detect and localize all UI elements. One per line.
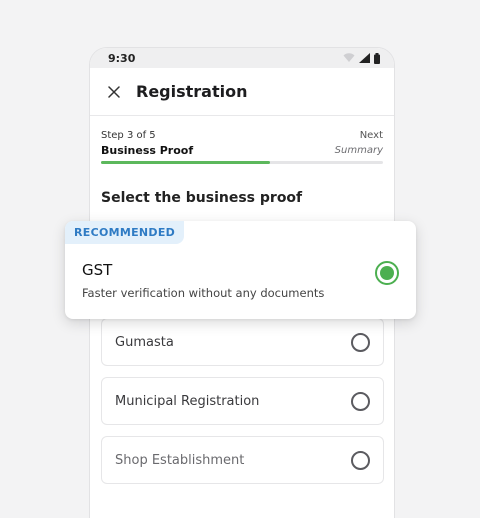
page-title: Registration	[136, 82, 248, 101]
wifi-icon	[343, 53, 355, 62]
option-title: GST	[82, 261, 113, 279]
status-time: 9:30	[108, 51, 136, 65]
close-button[interactable]	[104, 82, 124, 102]
next-step-name: Summary	[334, 145, 383, 156]
progress-track	[101, 161, 383, 164]
option-municipal-registration[interactable]: Municipal Registration	[101, 377, 384, 425]
radio-button-selected[interactable]	[375, 261, 399, 285]
next-label: Next	[359, 130, 383, 141]
radio-button[interactable]	[351, 450, 370, 470]
option-label: Gumasta	[115, 334, 174, 350]
close-icon	[108, 85, 120, 98]
option-description: Faster verification without any document…	[82, 286, 325, 300]
options-list: Gumasta Municipal Registration Shop Esta…	[101, 318, 384, 495]
option-shop-establishment[interactable]: Shop Establishment	[101, 436, 384, 484]
option-label: Municipal Registration	[115, 393, 260, 409]
step-count: Step 3 of 5	[101, 130, 156, 141]
current-step-name: Business Proof	[101, 144, 194, 157]
signal-icon	[359, 53, 370, 63]
section-title: Select the business proof	[101, 190, 303, 206]
battery-icon	[374, 52, 380, 64]
radio-button[interactable]	[351, 332, 370, 352]
stepper: Step 3 of 5 Business Proof Next Summary	[90, 116, 394, 164]
status-icons	[343, 52, 380, 64]
option-gumasta[interactable]: Gumasta	[101, 318, 384, 366]
progress-fill	[101, 161, 271, 164]
recommended-badge: RECOMMENDED	[65, 221, 185, 244]
option-label: Shop Establishment	[115, 452, 245, 468]
recommended-option-card[interactable]: RECOMMENDED GST Faster verification with…	[65, 221, 416, 319]
status-bar: 9:30	[90, 48, 394, 68]
radio-button[interactable]	[351, 391, 370, 411]
radio-dot	[380, 266, 394, 280]
app-bar: Registration	[90, 68, 394, 116]
